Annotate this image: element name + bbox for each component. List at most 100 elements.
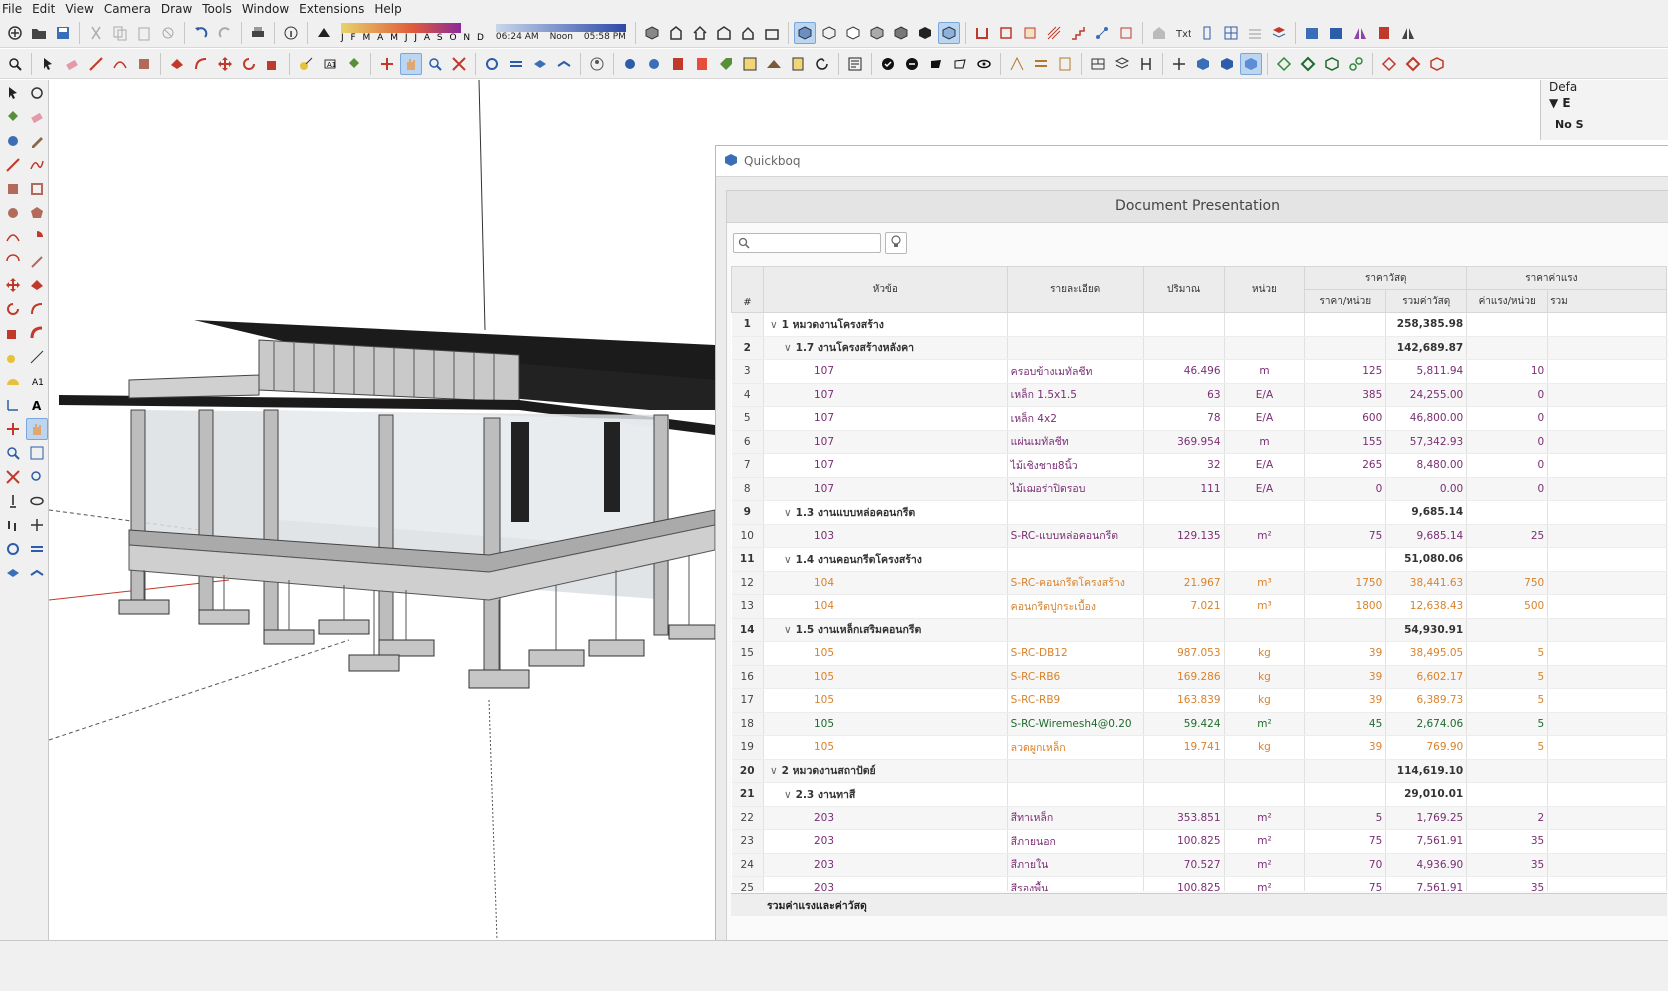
- report-icon[interactable]: [844, 53, 866, 75]
- rotate-tool-icon[interactable]: [238, 53, 260, 75]
- cut-icon[interactable]: [85, 22, 107, 44]
- line-tool-icon[interactable]: [2, 154, 24, 176]
- model-viewport[interactable]: [49, 80, 715, 940]
- front-view-icon[interactable]: [713, 22, 735, 44]
- col-labor-unit-price[interactable]: ค่าแรง/หน่วย: [1466, 289, 1549, 313]
- adjust-icon[interactable]: [1030, 53, 1052, 75]
- eraser-tool-icon[interactable]: [61, 53, 83, 75]
- sandbox-3-icon[interactable]: [2, 562, 24, 584]
- layout-icon[interactable]: [739, 53, 761, 75]
- textured-style-icon[interactable]: [890, 22, 912, 44]
- zoom-extents-left-icon[interactable]: [2, 466, 24, 488]
- push-pull-icon[interactable]: [166, 53, 188, 75]
- dimension-left-icon[interactable]: [26, 346, 48, 368]
- menu-edit[interactable]: Edit: [30, 2, 63, 16]
- erase-icon[interactable]: [157, 22, 179, 44]
- hatch-icon[interactable]: [1043, 22, 1065, 44]
- paint-tool-icon[interactable]: [2, 106, 24, 128]
- extension-share-icon[interactable]: [643, 53, 665, 75]
- table-row[interactable]: 4 107 เหล็ก 1.5x1.5 63 E/A 385 24,255.00 0: [731, 383, 1667, 407]
- table-row[interactable]: 19 105 ลวดผูกเหล็ก 19.741 kg 39 769.90 5: [731, 735, 1667, 760]
- copy-icon[interactable]: [109, 22, 131, 44]
- pencil-tool-icon[interactable]: [26, 130, 48, 152]
- menu-help[interactable]: Help: [372, 2, 409, 16]
- col-detail[interactable]: รายละเอียด: [1006, 266, 1144, 313]
- walk-icon[interactable]: [481, 53, 503, 75]
- text-left-icon[interactable]: A1: [26, 370, 48, 392]
- menu-draw[interactable]: Draw: [159, 2, 200, 16]
- previous-view-icon[interactable]: [26, 466, 48, 488]
- components-icon[interactable]: [1373, 22, 1395, 44]
- chevron-down-icon[interactable]: ∨: [784, 342, 792, 354]
- scale-tool-icon[interactable]: [262, 53, 284, 75]
- scale-left-icon[interactable]: [2, 322, 24, 344]
- cube-selected-icon[interactable]: [1240, 52, 1262, 75]
- quickboq-titlebar[interactable]: Quickboq: [716, 146, 1668, 177]
- table-row[interactable]: 13 104 คอนกรีตปูกระเบื้อง 7.021 m³ 1800 12,638…: [731, 594, 1667, 619]
- check-circle-icon[interactable]: [877, 53, 899, 75]
- table-row[interactable]: 14 ∨ 1.5 งานเหล็กเสริมคอนกรีต 54,930.91: [731, 618, 1667, 642]
- menu-file[interactable]: File: [0, 2, 30, 16]
- chain-green-icon[interactable]: [1345, 53, 1367, 75]
- col-topic[interactable]: หัวข้อ: [762, 266, 1008, 313]
- offset-tool-icon[interactable]: [26, 322, 48, 344]
- user-account-icon[interactable]: [586, 53, 608, 75]
- select-arrow-icon[interactable]: [37, 53, 59, 75]
- dimension-icon[interactable]: [1196, 22, 1218, 44]
- search-field[interactable]: [733, 233, 881, 253]
- section-plane-icon[interactable]: [971, 22, 993, 44]
- arc-2pt-icon[interactable]: [26, 250, 48, 272]
- rectangle-left-icon[interactable]: [2, 178, 24, 200]
- shadow-time-slider[interactable]: 06:24 AM Noon 05:58 PM: [495, 23, 626, 42]
- sandbox-left-icon[interactable]: [2, 538, 24, 560]
- box-icon[interactable]: [1115, 22, 1137, 44]
- xray-toggle-icon[interactable]: [937, 21, 960, 44]
- model-info-icon[interactable]: [280, 22, 302, 44]
- table-row[interactable]: 3 107 ครอบข้างเมทัลชีท 46.496 m 125 5,811.94 10: [731, 359, 1667, 384]
- follow-me-icon[interactable]: [190, 53, 212, 75]
- zoom-left-icon[interactable]: [2, 442, 24, 464]
- chevron-down-icon[interactable]: ∨: [784, 789, 792, 801]
- zoom-extents-icon[interactable]: [448, 53, 470, 75]
- sandbox-icon[interactable]: [553, 53, 575, 75]
- orbit-tool-icon[interactable]: [26, 82, 48, 104]
- 3d-text-icon[interactable]: A: [26, 394, 48, 416]
- section-display-icon[interactable]: [995, 22, 1017, 44]
- fog-icon[interactable]: [1244, 22, 1266, 44]
- undo-icon[interactable]: [190, 22, 212, 44]
- eye-icon[interactable]: [973, 53, 995, 75]
- arc-3pt-icon[interactable]: [2, 250, 24, 272]
- table-row[interactable]: 15 105 S-RC-DB12 987.053 kg 39 38,495.05 5: [731, 641, 1667, 666]
- menu-camera[interactable]: Camera: [102, 2, 159, 16]
- look-around-left-icon[interactable]: [26, 490, 48, 512]
- col-unit[interactable]: หน่วย: [1223, 266, 1306, 313]
- followme-left-icon[interactable]: [26, 298, 48, 320]
- chevron-down-icon[interactable]: ∨: [770, 765, 778, 777]
- outline-shape-icon[interactable]: [949, 53, 971, 75]
- pushpull-left-icon[interactable]: [26, 274, 48, 296]
- diamond-green-icon[interactable]: [1273, 53, 1295, 75]
- monochrome-style-icon[interactable]: [914, 22, 936, 44]
- col-labor-total[interactable]: รวม: [1547, 289, 1667, 313]
- tape-measure-icon[interactable]: [295, 53, 317, 75]
- table-row[interactable]: 5 107 เหล็ก 4x2 78 E/A 600 46,800.00 0: [731, 406, 1667, 431]
- table-row[interactable]: 8 107 ไม้เฌอร่าปิดรอบ 111 E/A 0 0.00 0: [731, 477, 1667, 501]
- table-row[interactable]: 12 104 S-RC-คอนกรีตโครงสร้าง 21.967 m³ 1750 38…: [731, 571, 1667, 595]
- dimension-tool-icon[interactable]: [1006, 53, 1028, 75]
- table-row[interactable]: 10 103 S-RC-แบบหล่อคอนกรีต 129.135 m² 75 9,685…: [731, 524, 1667, 548]
- iso-view-icon[interactable]: [641, 22, 663, 44]
- table-row[interactable]: 6 107 แผ่นเมทัลชีท 369.954 m 155 57,342.93 0: [731, 430, 1667, 454]
- warehouse-share-icon[interactable]: [619, 53, 641, 75]
- box-red-icon[interactable]: [1426, 53, 1448, 75]
- connect-icon[interactable]: [1091, 22, 1113, 44]
- table-row[interactable]: 16 105 S-RC-RB6 169.286 kg 39 6,602.17 5: [731, 665, 1667, 689]
- house-blue-icon[interactable]: [1301, 22, 1323, 44]
- menu-view[interactable]: View: [63, 2, 101, 16]
- table-row[interactable]: 20 ∨ 2 หมวดงานสถาปัตย์ 114,619.10: [731, 759, 1667, 783]
- back-view-icon[interactable]: [761, 22, 783, 44]
- table-row[interactable]: 11 ∨ 1.4 งานคอนกรีตโครงสร้าง 51,080.06: [731, 547, 1667, 572]
- orbit-left-icon[interactable]: [2, 418, 24, 440]
- note-icon[interactable]: [787, 53, 809, 75]
- box-green-icon[interactable]: [1321, 53, 1343, 75]
- section-cut-icon[interactable]: [1019, 22, 1041, 44]
